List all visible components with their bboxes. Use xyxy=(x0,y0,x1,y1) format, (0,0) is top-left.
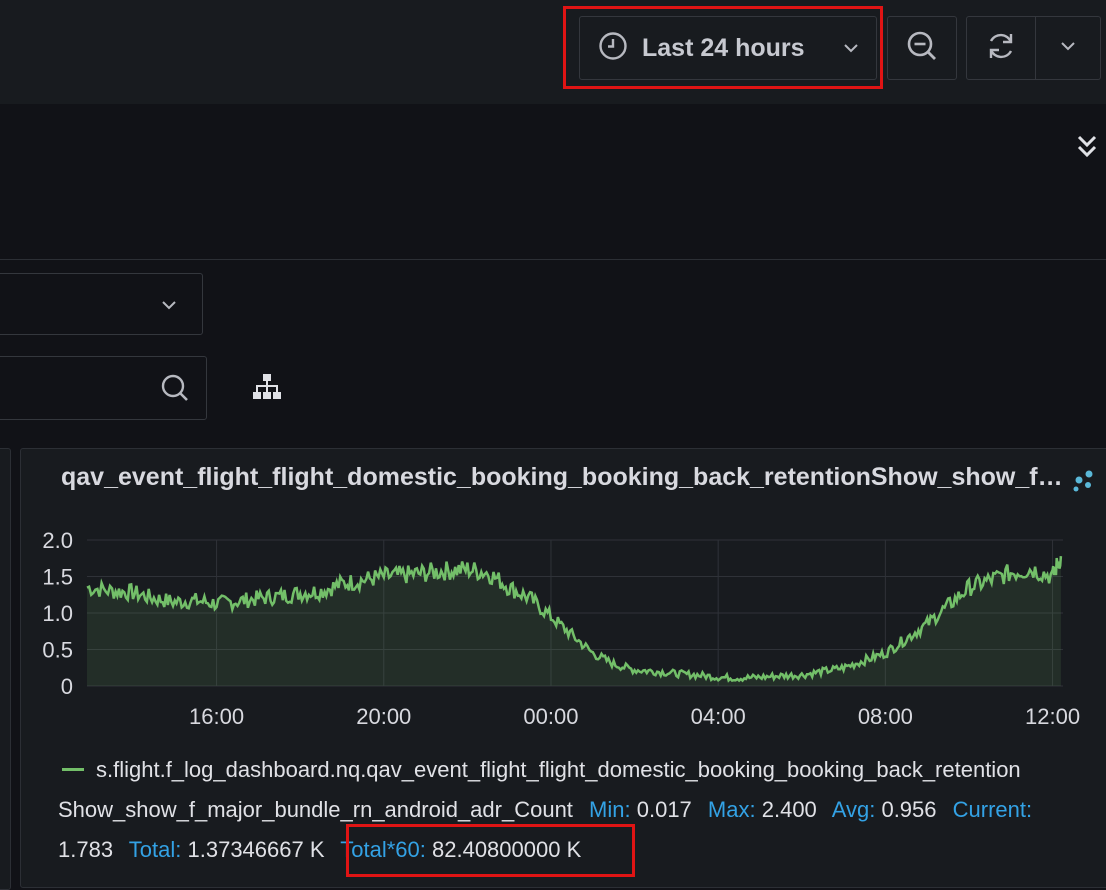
zoom-out-icon xyxy=(905,29,939,68)
chart-legend: s.flight.f_log_dashboard.nq.qav_event_fl… xyxy=(58,750,1103,870)
legend-series-line2: Show_show_f_major_bundle_rn_android_adr_… xyxy=(58,790,1103,830)
panel-title[interactable]: qav_event_flight_flight_domestic_booking… xyxy=(61,463,1071,492)
legend-series-label-cont: Show_show_f_major_bundle_rn_android_adr_… xyxy=(58,797,573,822)
y-axis: 2.0 1.5 1.0 0.5 0 xyxy=(42,528,73,699)
x-tick-label: 04:00 xyxy=(691,704,746,729)
chevron-down-icon xyxy=(842,39,860,62)
max-label: Max: xyxy=(707,797,756,822)
y-tick-label: 1.5 xyxy=(42,565,73,590)
refresh-icon xyxy=(984,29,1018,68)
min-value: 0.017 xyxy=(636,797,692,822)
panel-info-icon[interactable] xyxy=(1071,469,1097,498)
series-area xyxy=(87,556,1061,686)
total-label: Total: xyxy=(128,837,182,862)
current-label: Current: xyxy=(952,797,1033,822)
total60-label: Total*60: xyxy=(340,837,426,862)
x-tick-label: 16:00 xyxy=(189,704,244,729)
x-tick-label: 00:00 xyxy=(523,704,578,729)
hierarchy-icon[interactable] xyxy=(252,373,282,406)
min-label: Min: xyxy=(589,797,631,822)
total-value: 1.37346667 K xyxy=(187,837,325,862)
variable-select[interactable] xyxy=(0,273,203,335)
time-range-label: Last 24 hours xyxy=(642,33,805,62)
x-tick-label: 20:00 xyxy=(356,704,411,729)
x-tick-label: 08:00 xyxy=(858,704,913,729)
search-input[interactable] xyxy=(0,356,207,420)
adjacent-panel-edge xyxy=(0,448,11,890)
total60-value: 82.40800000 K xyxy=(432,837,582,862)
current-value: 1.783 xyxy=(58,837,114,862)
collapse-toggle[interactable] xyxy=(1076,134,1098,165)
series-color-swatch xyxy=(62,767,84,771)
zoom-out-button[interactable] xyxy=(887,16,957,80)
y-tick-label: 0 xyxy=(61,674,73,699)
chevron-down-icon xyxy=(160,296,178,319)
refresh-button[interactable] xyxy=(966,16,1036,80)
time-series-chart: 2.01.51.00.50 16:00 20:00 00:00 04:00 08:00 1… xyxy=(42,528,1080,729)
section-divider xyxy=(0,259,1106,260)
clock-icon xyxy=(598,31,628,66)
legend-series-line1[interactable]: s.flight.f_log_dashboard.nq.qav_event_fl… xyxy=(58,750,1103,790)
refresh-interval-dropdown[interactable] xyxy=(1036,16,1101,80)
avg-label: Avg: xyxy=(831,797,876,822)
double-chevron-down-icon xyxy=(1076,135,1098,164)
x-axis: 16:00 20:00 00:00 04:00 08:00 12:00 xyxy=(189,704,1080,729)
y-tick-label: 2.0 xyxy=(42,528,73,553)
x-tick-label: 12:00 xyxy=(1025,704,1080,729)
avg-value: 0.956 xyxy=(881,797,937,822)
legend-series-line3: 1.783 Total: 1.37346667 K Total*60: 82.4… xyxy=(58,830,1103,870)
max-value: 2.400 xyxy=(761,797,817,822)
search-icon xyxy=(160,373,190,408)
y-tick-label: 0.5 xyxy=(42,638,73,663)
legend-series-label: s.flight.f_log_dashboard.nq.qav_event_fl… xyxy=(96,757,1021,782)
time-range-picker[interactable]: Last 24 hours xyxy=(579,16,877,80)
y-tick-label: 1.0 xyxy=(42,601,73,626)
chevron-down-icon xyxy=(1059,37,1077,60)
